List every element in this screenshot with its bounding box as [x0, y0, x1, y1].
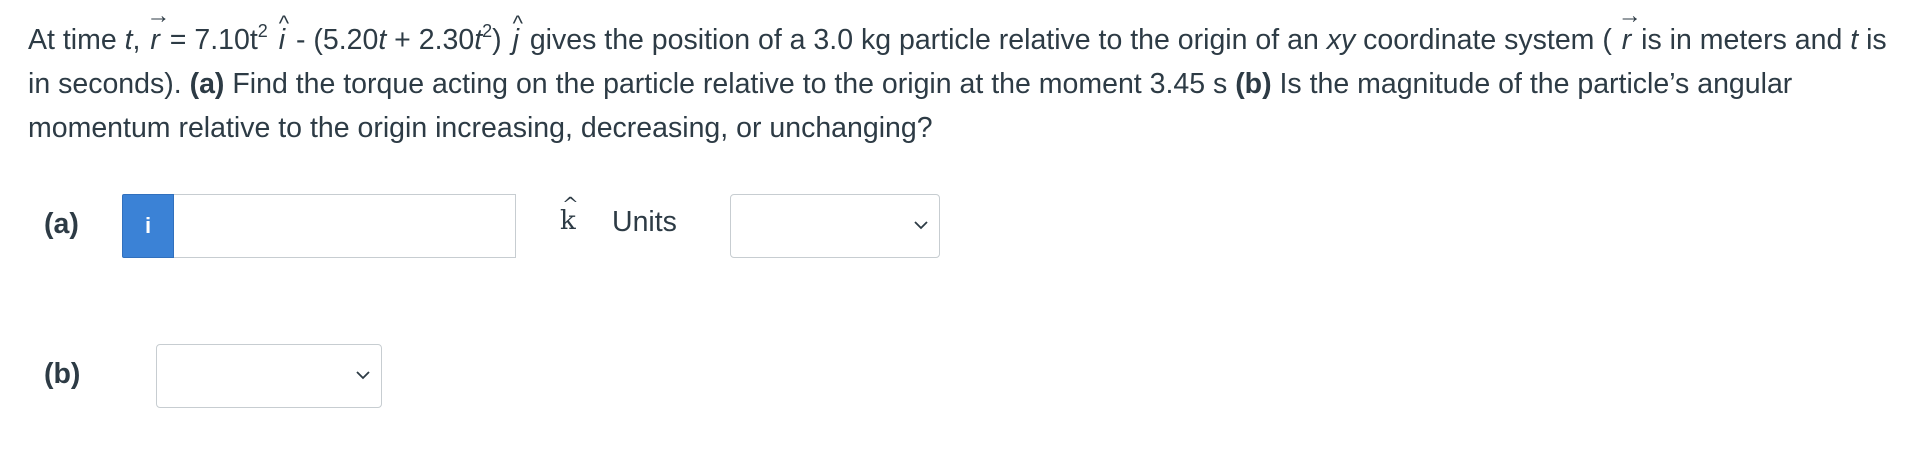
- info-icon: i: [144, 213, 152, 238]
- variable-xy: xy: [1326, 24, 1356, 56]
- units-label: Units: [612, 206, 677, 238]
- question-fragment: coordinate system (: [1355, 24, 1620, 56]
- question-fragment: - (5.20: [288, 24, 379, 56]
- part-a-label: (a): [44, 208, 79, 240]
- question-text: At time t, → r = 7.10t2 ^ i - (5.20t + 2.3…: [28, 4, 1888, 150]
- exponent: 2: [257, 21, 268, 41]
- vector-arrow-icon: →: [1617, 2, 1642, 29]
- hat-icon: ^: [562, 192, 579, 216]
- torque-answer-input[interactable]: [174, 194, 516, 258]
- position-vector-symbol: → r: [1618, 4, 1642, 62]
- variable-t: t: [474, 24, 483, 56]
- hat-icon: ^: [278, 11, 290, 36]
- part-a-marker: (a): [189, 68, 225, 100]
- question-fragment: At time: [28, 24, 125, 56]
- question-fragment: Find the torque acting on the particle r…: [224, 68, 1236, 100]
- question-fragment: + 2.30: [386, 24, 475, 56]
- unit-vector-i: ^ i: [276, 11, 289, 62]
- position-vector-symbol: → r: [146, 4, 170, 62]
- part-b-marker: (b): [1235, 68, 1272, 100]
- unit-vector-k: ^ k: [560, 192, 579, 236]
- vector-arrow-icon: →: [146, 2, 171, 29]
- question-fragment: = 7.10t: [161, 24, 258, 56]
- units-select[interactable]: [730, 194, 940, 258]
- question-fragment: gives the position of a 3.0 kg particle …: [521, 24, 1327, 56]
- angular-momentum-select[interactable]: [156, 344, 382, 408]
- variable-t: t: [124, 24, 133, 56]
- part-b-label: (b): [44, 358, 81, 390]
- unit-vector-j: ^ j: [510, 11, 523, 62]
- hat-icon: ^: [512, 11, 523, 36]
- question-fragment: ): [492, 24, 510, 56]
- info-button[interactable]: i: [122, 194, 174, 258]
- exponent: 2: [482, 21, 493, 41]
- chevron-down-icon: [356, 371, 370, 380]
- variable-t: t: [1850, 24, 1859, 56]
- question-fragment: is in meters and: [1633, 24, 1851, 56]
- chevron-down-icon: [914, 221, 928, 230]
